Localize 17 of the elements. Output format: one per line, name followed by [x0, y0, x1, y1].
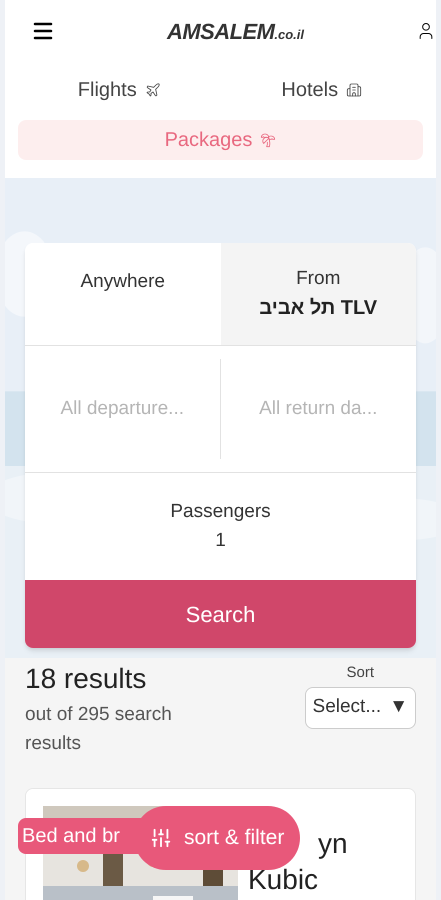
- hotel-name: yn: [318, 827, 348, 861]
- departure-date-field[interactable]: All departure...: [25, 359, 220, 459]
- passengers-field[interactable]: Passengers 1: [25, 473, 416, 580]
- sliders-icon: [150, 827, 172, 849]
- return-date-field[interactable]: All return da...: [220, 359, 416, 459]
- nav-tab[interactable]: Hotels: [220, 70, 423, 110]
- building-icon: [346, 82, 362, 98]
- palm-tree-icon: [260, 132, 276, 148]
- sort-label: Sort: [346, 663, 374, 683]
- plane-icon: [144, 82, 161, 98]
- results-subtitle: out of 295 search results: [25, 703, 173, 756]
- destination-field[interactable]: Anywhere: [25, 243, 220, 345]
- search-button[interactable]: Search: [25, 580, 416, 648]
- results-count: 18 results: [25, 662, 148, 696]
- sort-dropdown[interactable]: Select... ▼: [304, 686, 416, 728]
- nav-tab[interactable]: Flights: [18, 70, 220, 110]
- logo: AMSALEM.co.il: [167, 18, 304, 46]
